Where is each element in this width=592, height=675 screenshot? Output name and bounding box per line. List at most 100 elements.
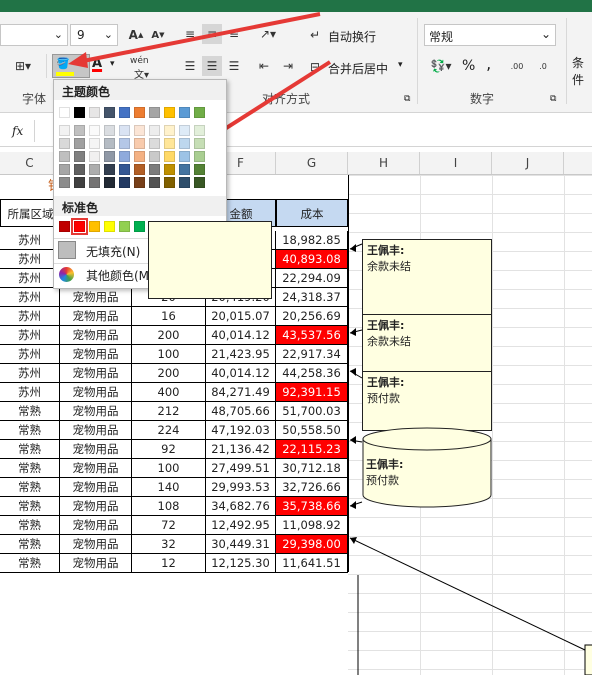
- theme-shade-swatch[interactable]: [74, 138, 85, 149]
- table-cell-category[interactable]: 宠物用品: [60, 478, 132, 497]
- theme-color-swatch[interactable]: [119, 107, 130, 118]
- column-header-c[interactable]: C: [0, 152, 60, 174]
- table-cell-amount[interactable]: 21,423.95: [206, 345, 276, 364]
- table-cell-cost[interactable]: 22,917.34: [276, 345, 348, 364]
- theme-shade-swatch[interactable]: [104, 151, 115, 162]
- theme-color-swatch[interactable]: [149, 107, 160, 118]
- conditional-format-label[interactable]: 条件: [572, 54, 592, 88]
- dialog-launcher-icon[interactable]: ⧉: [404, 94, 410, 104]
- table-cell-region[interactable]: 苏州: [0, 364, 60, 383]
- theme-color-swatch[interactable]: [134, 107, 145, 118]
- table-cell-amount[interactable]: 34,682.76: [206, 497, 276, 516]
- align-top-icon[interactable]: ≡: [180, 24, 200, 44]
- wrap-text-label[interactable]: 自动换行: [328, 28, 376, 45]
- table-cell-cost[interactable]: 11,641.51: [276, 554, 348, 573]
- theme-shade-swatch[interactable]: [119, 138, 130, 149]
- theme-shade-swatch[interactable]: [134, 164, 145, 175]
- table-cell-region[interactable]: 常熟: [0, 554, 60, 573]
- table-cell-region[interactable]: 苏州: [0, 326, 60, 345]
- table-cell-category[interactable]: 宠物用品: [60, 383, 132, 402]
- theme-shade-swatch[interactable]: [59, 177, 70, 188]
- theme-shade-swatch[interactable]: [134, 125, 145, 136]
- theme-shade-swatch[interactable]: [74, 177, 85, 188]
- chevron-down-icon[interactable]: ▾: [398, 60, 403, 70]
- table-cell-qty[interactable]: 212: [132, 402, 206, 421]
- increase-indent-icon[interactable]: ⇥: [278, 56, 298, 76]
- merge-center-icon[interactable]: ⊟: [306, 58, 324, 76]
- table-cell-cost[interactable]: 20,256.69: [276, 307, 348, 326]
- table-cell-category[interactable]: 宠物用品: [60, 288, 132, 307]
- table-cell-cost[interactable]: 30,712.18: [276, 459, 348, 478]
- table-cell-amount[interactable]: 48,705.66: [206, 402, 276, 421]
- table-cell-category[interactable]: 宠物用品: [60, 497, 132, 516]
- table-cell-category[interactable]: 宠物用品: [60, 421, 132, 440]
- theme-shade-swatch[interactable]: [149, 177, 160, 188]
- theme-shade-swatch[interactable]: [194, 125, 205, 136]
- merge-center-label[interactable]: 合并后居中: [328, 60, 388, 77]
- theme-shade-swatch[interactable]: [59, 138, 70, 149]
- theme-shade-swatch[interactable]: [134, 151, 145, 162]
- header-cost[interactable]: 成本: [276, 199, 348, 227]
- theme-shade-swatch[interactable]: [149, 164, 160, 175]
- table-cell-qty[interactable]: 100: [132, 345, 206, 364]
- table-cell-category[interactable]: 宠物用品: [60, 307, 132, 326]
- table-cell-cost[interactable]: 18,982.85: [276, 231, 348, 250]
- font-name-box[interactable]: ⌄: [0, 24, 68, 46]
- column-header-h[interactable]: H: [348, 152, 420, 174]
- theme-color-swatch[interactable]: [194, 107, 205, 118]
- table-cell-region[interactable]: 苏州: [0, 269, 60, 288]
- align-left-icon[interactable]: ☰: [180, 56, 200, 76]
- theme-shade-swatch[interactable]: [164, 177, 175, 188]
- borders-icon[interactable]: ⊞▾: [8, 56, 38, 76]
- table-cell-qty[interactable]: 400: [132, 383, 206, 402]
- table-cell-category[interactable]: 宠物用品: [60, 440, 132, 459]
- table-cell-category[interactable]: 宠物用品: [60, 326, 132, 345]
- table-cell-amount[interactable]: 20,015.07: [206, 307, 276, 326]
- table-cell-cost[interactable]: 35,738.66: [276, 497, 348, 516]
- align-bottom-icon[interactable]: ≡: [224, 24, 244, 44]
- table-cell-qty[interactable]: 224: [132, 421, 206, 440]
- comment-box[interactable]: 王佩丰: 预付款: [366, 456, 403, 488]
- table-cell-amount[interactable]: 84,271.49: [206, 383, 276, 402]
- header-region[interactable]: 所属区域: [0, 199, 60, 227]
- column-header-j[interactable]: J: [492, 152, 564, 174]
- theme-shade-swatch[interactable]: [89, 164, 100, 175]
- theme-shade-swatch[interactable]: [179, 177, 190, 188]
- theme-shade-swatch[interactable]: [119, 177, 130, 188]
- table-cell-region[interactable]: 苏州: [0, 288, 60, 307]
- table-cell-region[interactable]: 苏州: [0, 383, 60, 402]
- theme-shade-swatch[interactable]: [59, 151, 70, 162]
- fx-icon[interactable]: fx: [12, 124, 23, 138]
- theme-shade-swatch[interactable]: [194, 138, 205, 149]
- table-cell-amount[interactable]: 30,449.31: [206, 535, 276, 554]
- theme-shade-swatch[interactable]: [104, 164, 115, 175]
- table-cell-amount[interactable]: 40,014.12: [206, 364, 276, 383]
- table-cell-amount[interactable]: 27,499.51: [206, 459, 276, 478]
- table-cell-amount[interactable]: 21,136.42: [206, 440, 276, 459]
- theme-shade-swatch[interactable]: [59, 164, 70, 175]
- theme-shade-swatch[interactable]: [164, 138, 175, 149]
- theme-shade-swatch[interactable]: [89, 138, 100, 149]
- table-cell-qty[interactable]: 32: [132, 535, 206, 554]
- theme-color-swatch[interactable]: [179, 107, 190, 118]
- align-center-icon[interactable]: ☰: [202, 56, 222, 76]
- theme-shade-swatch[interactable]: [194, 151, 205, 162]
- table-cell-cost[interactable]: 50,558.50: [276, 421, 348, 440]
- theme-shade-swatch[interactable]: [104, 125, 115, 136]
- table-cell-cost[interactable]: 24,318.37: [276, 288, 348, 307]
- table-cell-qty[interactable]: 16: [132, 307, 206, 326]
- theme-shade-swatch[interactable]: [179, 138, 190, 149]
- table-cell-region[interactable]: 常熟: [0, 459, 60, 478]
- theme-color-swatch[interactable]: [164, 107, 175, 118]
- standard-color-swatch[interactable]: [89, 221, 100, 232]
- table-cell-qty[interactable]: 108: [132, 497, 206, 516]
- standard-color-swatch[interactable]: [134, 221, 145, 232]
- table-cell-region[interactable]: 常熟: [0, 535, 60, 554]
- theme-shade-swatch[interactable]: [164, 151, 175, 162]
- table-cell-category[interactable]: 宠物用品: [60, 516, 132, 535]
- table-cell-amount[interactable]: 47,192.03: [206, 421, 276, 440]
- theme-shade-swatch[interactable]: [179, 125, 190, 136]
- table-cell-region[interactable]: 常熟: [0, 478, 60, 497]
- table-cell-cost[interactable]: 44,258.36: [276, 364, 348, 383]
- theme-shade-swatch[interactable]: [134, 138, 145, 149]
